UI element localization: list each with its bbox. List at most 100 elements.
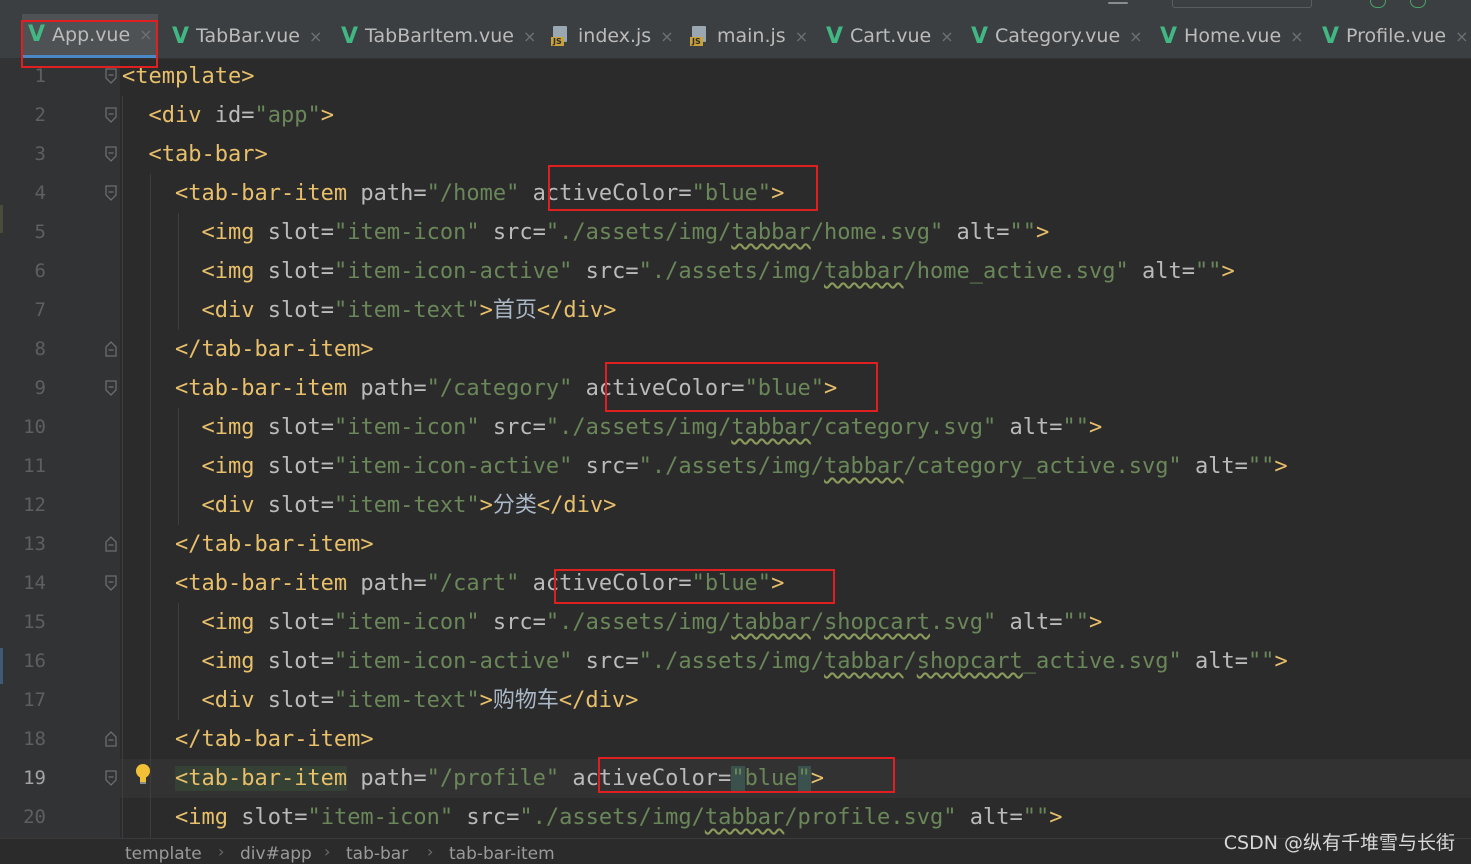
close-icon[interactable]: × [660, 27, 673, 46]
tab-main-js[interactable]: JS main.js × [690, 14, 808, 58]
lightbulb-icon[interactable] [134, 763, 152, 785]
code-token: > [479, 493, 493, 518]
line-number: 4 [34, 182, 46, 204]
close-icon[interactable]: × [1129, 27, 1142, 46]
code-line[interactable]: </tab-bar-item> [122, 525, 374, 564]
code-token: alt= [956, 220, 1010, 245]
code-token: "" [1247, 454, 1275, 479]
code-token: > [1089, 610, 1103, 635]
code-token: "/category" [426, 376, 573, 401]
close-icon[interactable]: × [795, 27, 808, 46]
code-token: <img [174, 805, 242, 830]
code-token: alt= [1141, 259, 1195, 284]
code-line[interactable]: <img slot="item-icon-active" src="./asse… [122, 642, 1288, 681]
code-line[interactable]: <div slot="item-text">分类</div> [122, 486, 616, 525]
code-line[interactable]: <tab-bar-item path="/category" activeCol… [122, 369, 837, 408]
code-token: > [771, 571, 785, 596]
code-line[interactable]: <img slot="item-icon-active" src="./asse… [122, 252, 1235, 291]
tab-profile-vue[interactable]: V Profile.vue × [1322, 14, 1469, 58]
code-token: tabbar [824, 259, 904, 284]
line-number: 10 [23, 416, 46, 438]
fold-open-icon[interactable] [102, 574, 120, 592]
code-token: slot= [267, 259, 334, 284]
code-line[interactable]: <div slot="item-text">首页</div> [122, 291, 616, 330]
tab-tabbar-vue[interactable]: V TabBar.vue × [172, 14, 322, 58]
line-number: 14 [23, 572, 46, 594]
close-icon[interactable]: × [1455, 27, 1468, 46]
fold-close-icon[interactable] [102, 340, 120, 358]
fold-close-icon[interactable] [102, 535, 120, 553]
code-token: tabbar [704, 805, 785, 830]
code-token: > [1274, 649, 1288, 674]
code-line[interactable]: <tab-bar-item path="/cart" activeColor="… [122, 564, 784, 603]
line-number-current: 19 [23, 767, 46, 789]
code-token: shopcart [824, 610, 931, 635]
close-icon[interactable]: × [940, 27, 953, 46]
search-field[interactable] [1172, 0, 1312, 8]
minimize-icon[interactable] [1108, 2, 1128, 4]
close-icon[interactable]: × [523, 27, 536, 46]
code-line[interactable]: <tab-bar-item path="/home" activeColor="… [122, 174, 784, 213]
code-token: /category.svg" [810, 415, 997, 440]
run-icon[interactable] [1370, 0, 1386, 8]
code-line[interactable]: <template> [122, 57, 254, 96]
tab-label: TabBarItem.vue [365, 25, 514, 47]
tab-home-vue[interactable]: V Home.vue × [1160, 14, 1304, 58]
breadcrumb-item[interactable]: div#app [240, 844, 312, 864]
code-line[interactable]: <div id="app"> [122, 96, 334, 135]
code-token: "item-icon-active" [333, 259, 573, 284]
fold-open-icon[interactable] [102, 184, 120, 202]
line-number: 16 [23, 650, 46, 672]
code-token: "item-icon" [307, 805, 454, 830]
code-token: > [1221, 259, 1235, 284]
fold-open-icon[interactable] [102, 106, 120, 124]
code-token: <div [148, 103, 215, 128]
fold-open-icon[interactable] [102, 67, 120, 85]
code-token: "app" [254, 103, 321, 128]
code-token: alt= [1194, 649, 1248, 674]
fold-close-icon[interactable] [102, 730, 120, 748]
tab-index-js[interactable]: JS index.js × [551, 14, 674, 58]
tab-category-vue[interactable]: V Category.vue × [971, 14, 1143, 58]
code-token: <div [201, 298, 268, 323]
code-line[interactable]: <div slot="item-text">购物车</div> [122, 681, 638, 720]
code-token: > [1049, 805, 1063, 830]
code-line[interactable]: </tab-bar-item> [122, 720, 374, 759]
close-icon[interactable]: × [309, 27, 322, 46]
code-token: slot= [267, 220, 334, 245]
code-line[interactable]: <tab-bar> [122, 135, 268, 174]
fold-open-icon[interactable] [102, 769, 120, 787]
tab-cart-vue[interactable]: V Cart.vue × [826, 14, 954, 58]
code-line-current[interactable]: <tab-bar-item path="/profile" activeColo… [122, 759, 824, 798]
breadcrumb-item[interactable]: tab-bar [346, 844, 408, 864]
close-icon[interactable]: × [1290, 27, 1303, 46]
code-token: activeColor= [532, 181, 692, 206]
tab-tabbaritem-vue[interactable]: V TabBarItem.vue × [341, 14, 536, 58]
code-token: > [810, 766, 825, 791]
debug-icon[interactable] [1410, 0, 1426, 8]
code-token: activeColor= [585, 376, 745, 401]
breadcrumb-item[interactable]: template [125, 844, 202, 864]
code-token: "item-text" [333, 493, 480, 518]
fold-open-icon[interactable] [102, 379, 120, 397]
line-number: 2 [34, 104, 46, 126]
code-token: path= [360, 571, 427, 596]
code-token: </div> [536, 298, 617, 323]
code-token: / [810, 610, 825, 635]
code-line[interactable]: <img slot="item-icon" src="./assets/img/… [122, 213, 1049, 252]
fold-open-icon[interactable] [102, 145, 120, 163]
code-token: path= [360, 376, 427, 401]
code-token: /home_active.svg" [903, 259, 1129, 284]
code-line[interactable]: </tab-bar-item> [122, 330, 374, 369]
code-line[interactable]: <img slot="item-icon" src="./assets/img/… [122, 603, 1102, 642]
code-line[interactable]: <img slot="item-icon" src="./assets/img/… [122, 798, 1063, 837]
line-number: 5 [34, 221, 46, 243]
breadcrumb-item[interactable]: tab-bar-item [449, 844, 555, 864]
tab-app-vue[interactable]: V App.vue × [22, 14, 158, 58]
close-icon[interactable]: × [139, 25, 152, 44]
code-line[interactable]: <img slot="item-icon" src="./assets/img/… [122, 408, 1102, 447]
code-token: "./assets/img/ [638, 259, 825, 284]
code-token: "" [1247, 649, 1275, 674]
code-line[interactable]: <img slot="item-icon-active" src="./asse… [122, 447, 1287, 486]
line-number: 17 [23, 689, 46, 711]
